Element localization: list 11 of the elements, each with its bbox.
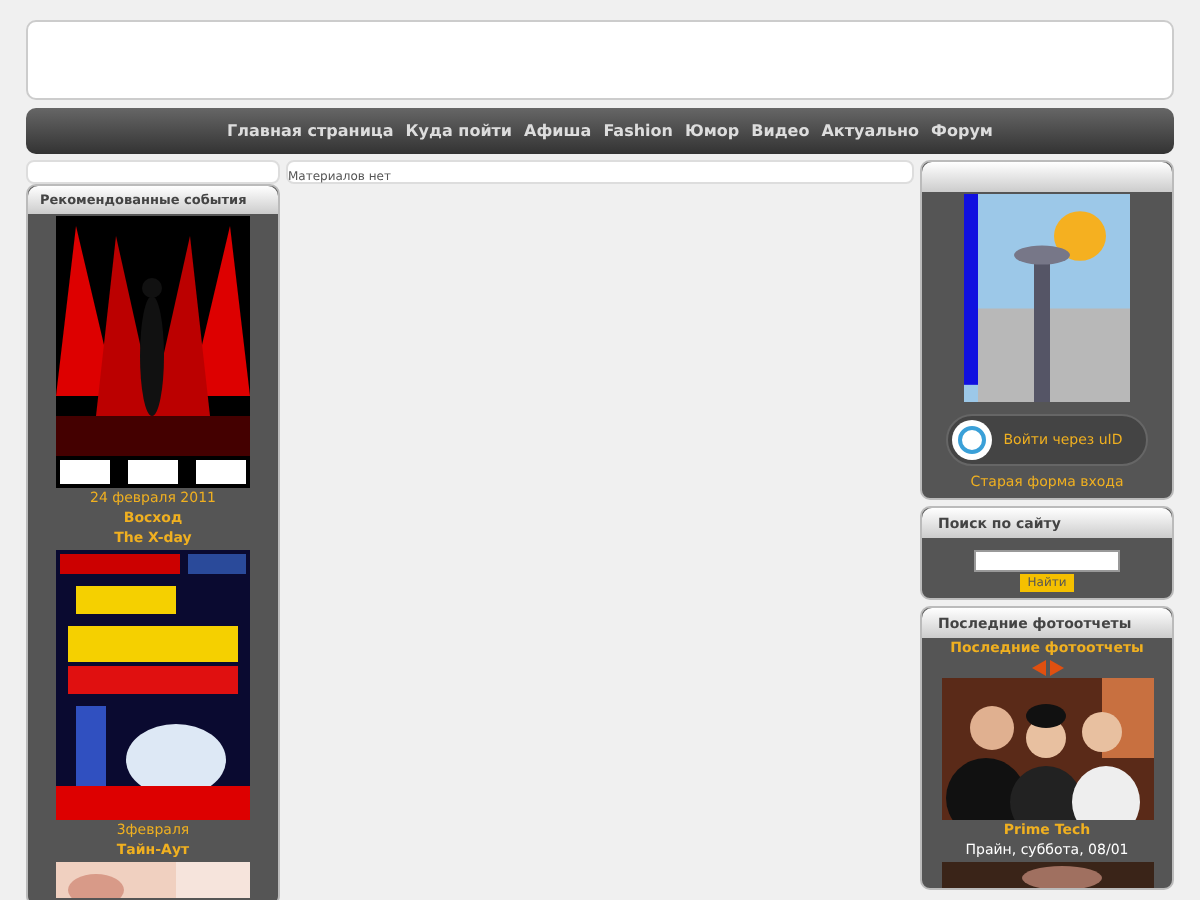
- nav-link[interactable]: Юмор: [684, 122, 740, 140]
- uid-logo-icon: [951, 420, 992, 460]
- nav-link[interactable]: Главная страница: [227, 122, 394, 140]
- nav-link[interactable]: Актуально: [821, 122, 920, 140]
- nav-link[interactable]: Афиша: [524, 122, 592, 140]
- nav-link[interactable]: Видео: [751, 122, 810, 140]
- search-field[interactable]: [974, 550, 1120, 572]
- nav-link[interactable]: Fashion: [603, 122, 673, 140]
- nav-link[interactable]: Форум: [931, 122, 993, 140]
- arrows-icon[interactable]: [1031, 660, 1063, 676]
- nav-link[interactable]: Куда пойти: [405, 122, 513, 140]
